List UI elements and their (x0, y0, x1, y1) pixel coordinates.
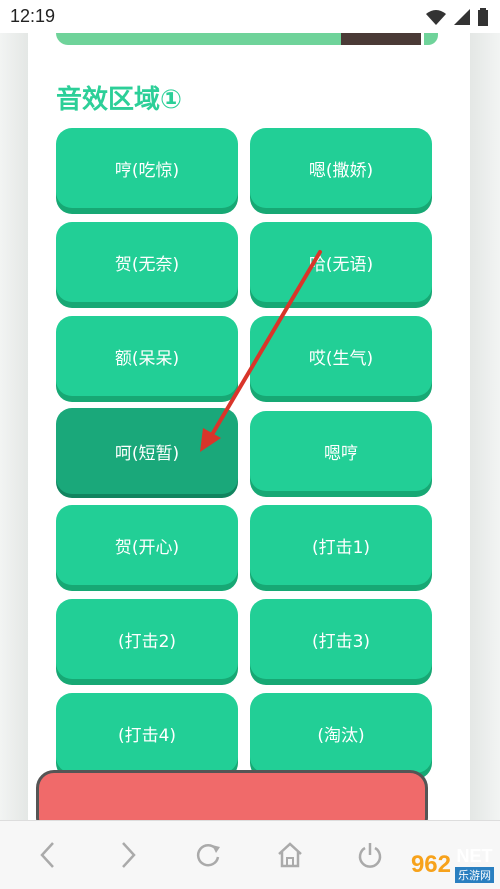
home-icon[interactable] (272, 837, 308, 873)
sound-button-14[interactable]: (淘汰) (250, 693, 432, 773)
sound-button-grid: 哼(吃惊) 嗯(撒娇) 贺(无奈) 哈(无语) 额(呆呆) 哎(生气) 呵(短暂… (28, 33, 470, 820)
sound-button-7[interactable]: 呵(短暂) (56, 408, 238, 494)
right-margin (470, 33, 500, 820)
watermark-brand: 962 (410, 850, 451, 878)
status-icons (426, 8, 488, 30)
back-icon[interactable] (30, 837, 66, 873)
sound-button-13[interactable]: (打击4) (56, 693, 238, 773)
sound-button-8[interactable]: 嗯哼 (250, 411, 432, 491)
sound-button-5[interactable]: 额(呆呆) (56, 316, 238, 396)
sound-button-6[interactable]: 哎(生气) (250, 316, 432, 396)
sound-button-3[interactable]: 贺(无奈) (56, 222, 238, 302)
signal-icon (454, 9, 470, 29)
wifi-icon (426, 9, 446, 29)
watermark-net: NET (456, 846, 493, 866)
browser-nav-bar: 962 NET 乐游网 (0, 820, 500, 889)
status-bar: 12:19 (0, 0, 500, 33)
sound-button-12[interactable]: (打击3) (250, 599, 432, 679)
sound-button-11[interactable]: (打击2) (56, 599, 238, 679)
left-margin (0, 33, 28, 820)
sound-button-1[interactable]: 哼(吃惊) (56, 128, 238, 208)
watermark: 962 NET 乐游网 (411, 846, 494, 883)
power-icon[interactable] (352, 837, 388, 873)
clock: 12:19 (10, 6, 56, 26)
refresh-icon[interactable] (190, 837, 226, 873)
page-content[interactable]: 音效区域① 哼(吃惊) 嗯(撒娇) 贺(无奈) 哈(无语) 额(呆呆) 哎(生气… (28, 33, 470, 820)
sound-button-4[interactable]: 哈(无语) (250, 222, 432, 302)
watermark-sub: 乐游网 (455, 867, 494, 883)
sound-button-2[interactable]: 嗯(撒娇) (250, 128, 432, 208)
forward-icon[interactable] (110, 837, 146, 873)
watermark-side: NET 乐游网 (455, 846, 494, 883)
sound-button-9[interactable]: 贺(开心) (56, 505, 238, 585)
sound-button-10[interactable]: (打击1) (250, 505, 432, 585)
battery-icon (478, 8, 488, 30)
